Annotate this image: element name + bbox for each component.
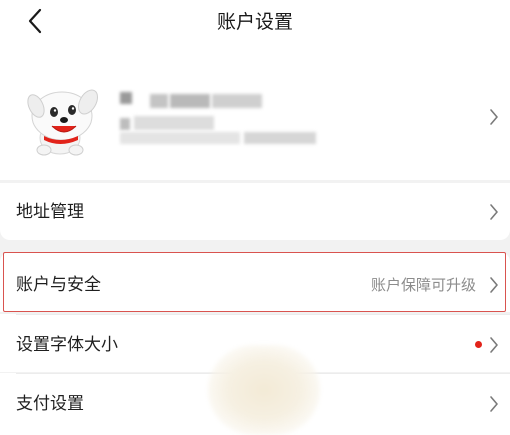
menu-item-label: 地址管理 xyxy=(16,202,84,222)
menu-item-account-security[interactable]: 账户与安全 账户保障可升级 xyxy=(0,252,510,312)
divider xyxy=(16,373,510,374)
chevron-right-icon xyxy=(490,109,498,125)
top-nav-bar: 账户设置 xyxy=(0,0,510,40)
menu-item-font-size[interactable]: 设置字体大小 xyxy=(0,314,510,372)
security-upgrade-hint: 账户保障可升级 xyxy=(370,276,476,294)
chevron-right-icon xyxy=(490,204,498,220)
profile-card[interactable] xyxy=(0,40,510,180)
account-settings-screen: 账户设置 地址管理 账户与安全 账户保障可升级 设置字体大小 支付设置 xyxy=(0,0,510,435)
menu-item-label: 设置字体大小 xyxy=(16,335,118,355)
menu-item-payment[interactable]: 支付设置 xyxy=(0,373,510,435)
new-badge-dot xyxy=(475,341,482,348)
menu-item-label: 支付设置 xyxy=(16,394,84,414)
chevron-right-icon xyxy=(490,277,498,293)
menu-item-address[interactable]: 地址管理 xyxy=(0,183,510,240)
divider xyxy=(16,314,510,315)
avatar xyxy=(27,89,98,156)
chevron-right-icon xyxy=(490,337,498,353)
menu-item-label: 账户与安全 xyxy=(16,275,101,295)
chevron-right-icon xyxy=(490,396,498,412)
page-title: 账户设置 xyxy=(216,11,293,33)
